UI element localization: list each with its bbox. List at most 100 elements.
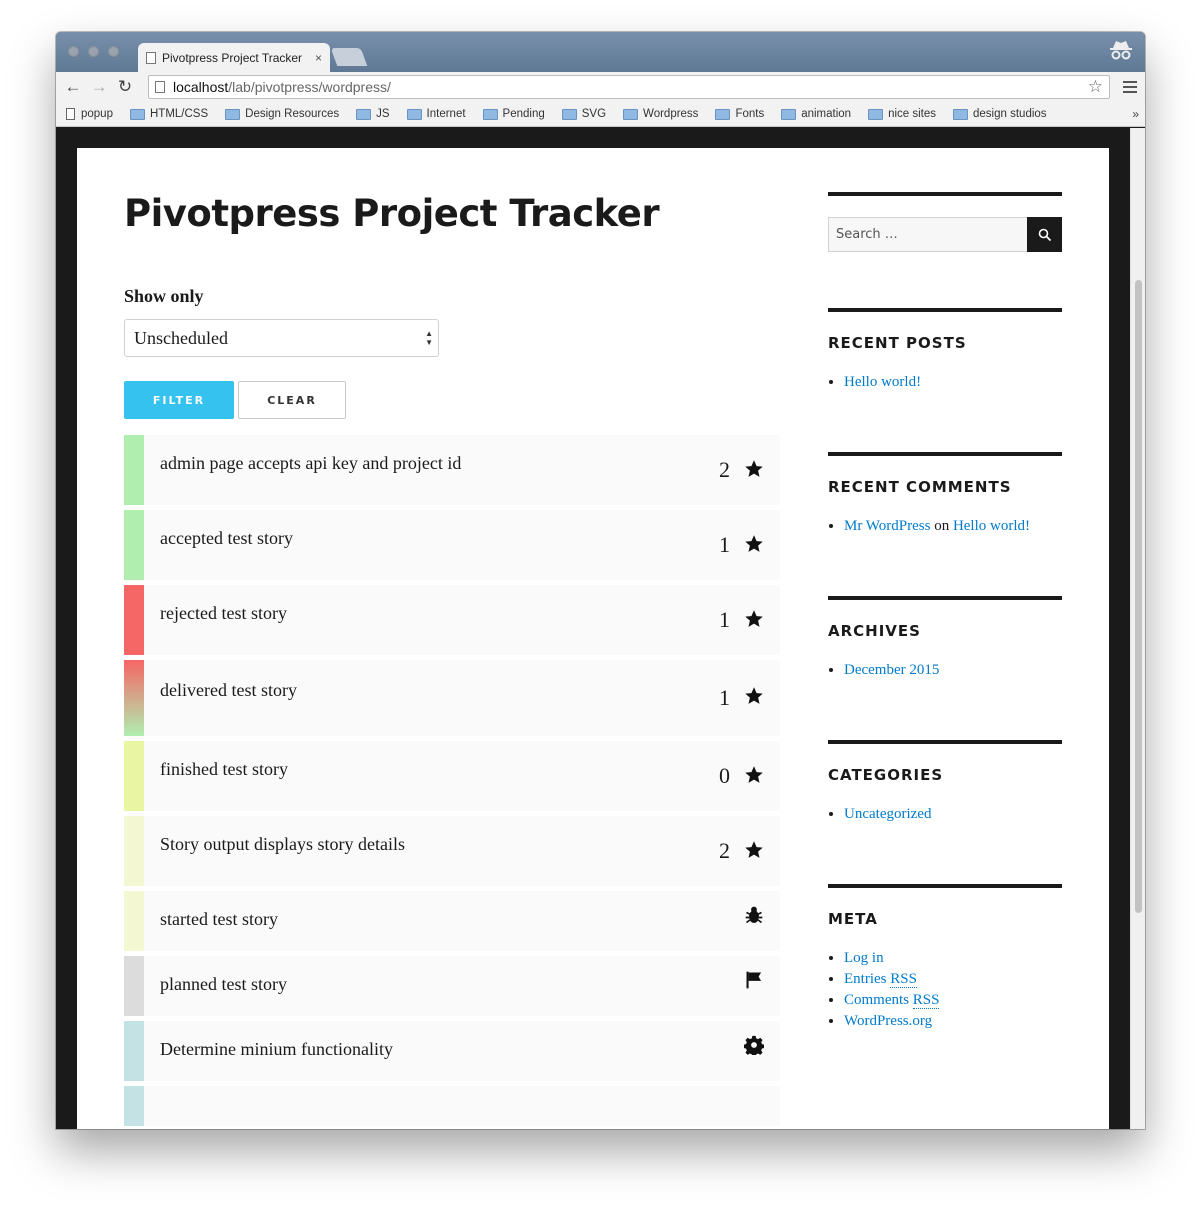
bookmark-label: SVG	[581, 108, 607, 120]
page-content: Pivotpress Project Tracker Show only Uns…	[77, 148, 1109, 1129]
browser-toolbar: ← → ↻ localhost/lab/pivotpress/wordpress…	[56, 72, 1145, 102]
comments-rss-link[interactable]: Comments RSS	[844, 992, 940, 1009]
bookmark-folder[interactable]: design studios	[953, 108, 1047, 120]
story-name: rejected test story	[160, 603, 287, 623]
list-item: Uncategorized	[844, 804, 1062, 825]
page-viewport: Pivotpress Project Tracker Show only Uns…	[56, 128, 1145, 1129]
page-icon	[155, 81, 165, 93]
story-row[interactable]: started test story	[124, 891, 780, 951]
title-bar: Pivotpress Project Tracker ×	[56, 32, 1145, 73]
address-bar[interactable]: localhost/lab/pivotpress/wordpress/ ☆	[148, 75, 1110, 99]
login-link[interactable]: Log in	[844, 950, 884, 966]
bookmark-label: Fonts	[735, 108, 765, 120]
close-window-button[interactable]	[68, 46, 79, 57]
back-arrow-icon[interactable]: ←	[60, 77, 86, 97]
category-link[interactable]: Uncategorized	[844, 806, 931, 822]
sidebar: Search … RECENT POSTS Hello world! RECEN…	[828, 192, 1062, 1032]
story-name: started test story	[160, 909, 278, 929]
story-points: 2	[719, 838, 730, 863]
list-item: Entries RSS	[844, 969, 1062, 990]
story-name: accepted test story	[160, 528, 293, 548]
search-button[interactable]	[1027, 217, 1062, 252]
rss-abbr: RSS	[890, 971, 917, 988]
bookmark-folder[interactable]: Design Resources	[225, 108, 339, 120]
folder-icon	[356, 108, 372, 120]
story-name: Story output displays story details	[160, 834, 405, 854]
list-item: Comments RSS	[844, 990, 1062, 1011]
story-row[interactable]: finished test story 0	[124, 741, 780, 811]
status-bar	[124, 1021, 144, 1081]
widget-title: META	[828, 910, 878, 928]
bookmark-folder[interactable]: Wordpress	[623, 108, 698, 120]
menu-icon[interactable]	[1123, 78, 1137, 96]
comment-post-link[interactable]: Hello world!	[953, 518, 1030, 534]
vertical-scrollbar[interactable]	[1130, 128, 1145, 1129]
archive-link[interactable]: December 2015	[844, 662, 939, 678]
entries-rss-link[interactable]: Entries RSS	[844, 971, 917, 988]
categories-widget: CATEGORIES Uncategorized	[828, 740, 1062, 884]
list-item: Hello world!	[844, 372, 1062, 393]
bookmark-popup[interactable]: popup	[66, 108, 113, 120]
star-icon	[745, 460, 763, 477]
bookmark-star-icon[interactable]: ☆	[1088, 77, 1103, 97]
scrollbar-thumb[interactable]	[1135, 280, 1142, 913]
story-row[interactable]	[124, 1086, 780, 1126]
reload-icon[interactable]: ↻	[112, 77, 138, 97]
wordpress-org-link[interactable]: WordPress.org	[844, 1013, 932, 1029]
story-row[interactable]: Determine minium functionality	[124, 1021, 780, 1081]
star-icon	[745, 841, 763, 858]
bookmark-label: Design Resources	[245, 108, 340, 120]
story-row[interactable]: accepted test story 1	[124, 510, 780, 580]
status-bar	[124, 816, 144, 886]
story-name: delivered test story	[160, 680, 297, 700]
page-icon	[146, 52, 156, 64]
story-row[interactable]: planned test story	[124, 956, 780, 1016]
minimize-window-button[interactable]	[88, 46, 99, 57]
widget-title: ARCHIVES	[828, 622, 921, 640]
story-name: admin page accepts api key and project i…	[160, 453, 462, 473]
list-item: WordPress.org	[844, 1011, 1062, 1032]
tab-close-icon[interactable]: ×	[315, 51, 322, 65]
story-list: admin page accepts api key and project i…	[124, 435, 780, 1129]
story-row[interactable]: rejected test story 1	[124, 585, 780, 655]
flag-icon	[746, 971, 762, 989]
post-link[interactable]: Hello world!	[844, 374, 921, 390]
bookmark-folder[interactable]: Fonts	[715, 108, 764, 120]
forward-arrow-icon[interactable]: →	[86, 77, 112, 97]
folder-icon	[953, 108, 969, 120]
bookmark-folder[interactable]: animation	[781, 108, 851, 120]
status-bar	[124, 435, 144, 505]
more-bookmarks-icon[interactable]: »	[1132, 107, 1139, 121]
browser-tab[interactable]: Pivotpress Project Tracker ×	[138, 43, 330, 73]
comment-author-link[interactable]: Mr WordPress	[844, 518, 930, 534]
folder-icon	[781, 108, 797, 120]
status-select[interactable]: Unscheduled ▲ ▼	[124, 319, 439, 357]
status-bar	[124, 660, 144, 736]
story-points: 1	[719, 685, 730, 710]
story-points: 0	[719, 763, 730, 788]
widget-title: CATEGORIES	[828, 766, 944, 784]
bookmark-folder[interactable]: SVG	[561, 108, 607, 120]
incognito-icon	[1107, 38, 1135, 66]
tab-title: Pivotpress Project Tracker	[162, 51, 303, 65]
zoom-window-button[interactable]	[108, 46, 119, 57]
clear-button[interactable]: CLEAR	[238, 381, 346, 419]
folder-icon	[623, 108, 639, 120]
bookmark-folder[interactable]: Internet	[406, 108, 466, 120]
story-row[interactable]: admin page accepts api key and project i…	[124, 435, 780, 505]
bookmark-label: Pending	[502, 108, 545, 120]
story-name: Determine minium functionality	[160, 1039, 393, 1059]
filter-button[interactable]: FILTER	[124, 381, 234, 419]
bookmark-folder[interactable]: Pending	[482, 108, 545, 120]
story-row[interactable]: Story output displays story details 2	[124, 816, 780, 886]
meta-widget: META Log in Entries RSS Comments RSS Wor…	[828, 884, 1062, 1032]
bookmark-folder[interactable]: HTML/CSS	[129, 108, 208, 120]
site-title[interactable]: Pivotpress Project Tracker	[124, 192, 660, 235]
status-bar	[124, 585, 144, 655]
story-row[interactable]: delivered test story 1	[124, 660, 780, 736]
bookmark-folder[interactable]: nice sites	[868, 108, 936, 120]
search-input[interactable]: Search …	[828, 217, 1027, 252]
bookmark-folder[interactable]: JS	[356, 108, 390, 120]
url-host: localhost	[173, 79, 229, 95]
new-tab-button[interactable]	[330, 48, 368, 66]
